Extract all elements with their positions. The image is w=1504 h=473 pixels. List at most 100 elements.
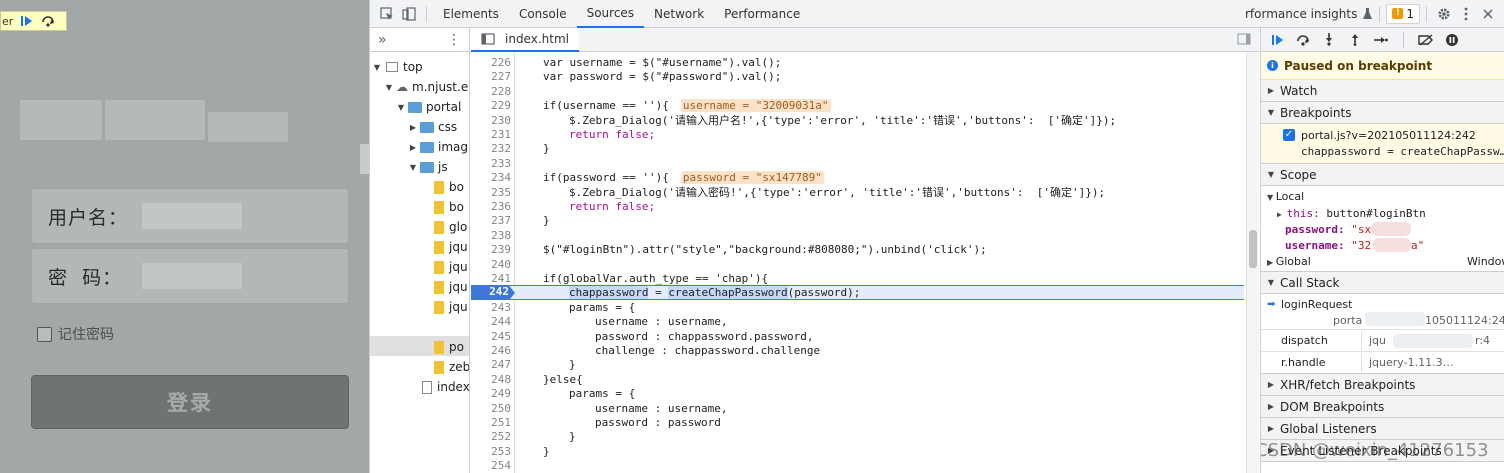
tree-file[interactable]: jqu — [430, 277, 468, 297]
scope-global[interactable]: ▶ Global — [1267, 255, 1311, 268]
toggle-navigator-icon[interactable] — [481, 32, 495, 49]
editor-scrollbar[interactable] — [1246, 52, 1259, 473]
deactivate-breakpoints-icon[interactable] — [1416, 30, 1436, 50]
breakpoint-entry[interactable]: ✓ portal.js?v=202105011124:242 chappassw… — [1261, 124, 1504, 164]
tree-item-js[interactable]: ▼ js — [408, 157, 448, 177]
line-number[interactable]: 232 — [471, 142, 511, 157]
line-number[interactable]: 244 — [471, 315, 511, 330]
scope-local[interactable]: ▼ Local — [1267, 190, 1304, 203]
line-number[interactable]: 251 — [471, 416, 511, 431]
pause-on-exceptions-icon[interactable] — [1442, 30, 1462, 50]
tree-file[interactable]: zeb — [430, 357, 469, 377]
resume-icon[interactable] — [1267, 30, 1287, 50]
remember-checkbox[interactable] — [37, 326, 52, 342]
breakpoints-section-header[interactable]: ▼ Breakpoints — [1261, 102, 1504, 124]
line-number[interactable]: 229 — [471, 99, 511, 114]
line-number[interactable]: 243 — [471, 301, 511, 316]
tree-item-css[interactable]: ▶ css — [408, 117, 457, 137]
line-number[interactable]: 227 — [471, 70, 511, 85]
tab-performance[interactable]: Performance — [714, 0, 810, 28]
tree-file[interactable]: jqu — [430, 257, 468, 277]
tree-file[interactable]: bo — [430, 197, 464, 217]
line-number[interactable]: 246 — [471, 344, 511, 359]
line-number[interactable]: 240 — [471, 258, 511, 273]
remember-password[interactable]: 记住密码 — [37, 324, 114, 344]
global-listeners-section-header[interactable]: ▶ Global Listeners — [1261, 418, 1504, 440]
login-button[interactable]: 登录 — [31, 375, 349, 429]
tree-item-portal[interactable]: ▼ portal — [396, 97, 461, 117]
line-number[interactable]: 239 — [471, 243, 511, 258]
editor-tab-bar: index.html — [471, 28, 1259, 52]
breakpoint-marker[interactable]: 242 — [471, 285, 515, 301]
scrollbar-thumb[interactable] — [1249, 230, 1257, 268]
expand-triangle-icon: ▼ — [397, 102, 405, 112]
code-line: return false; — [569, 200, 655, 215]
device-toolbar-icon[interactable] — [398, 3, 420, 25]
more-options-icon[interactable] — [1455, 3, 1477, 25]
tree-file[interactable]: glo — [430, 217, 467, 237]
close-icon[interactable] — [1477, 3, 1499, 25]
line-number[interactable]: 249 — [471, 387, 511, 402]
tree-file-selected[interactable]: po — [430, 337, 464, 357]
call-frame-name: r.handle — [1281, 356, 1326, 369]
scope-section-header[interactable]: ▼ Scope — [1261, 164, 1504, 186]
line-number[interactable]: 241 — [471, 272, 511, 287]
tree-file[interactable]: jqu — [430, 297, 468, 317]
scope-this[interactable]: ▶ this: button#loginBtn — [1277, 207, 1426, 220]
dom-breakpoints-section-header[interactable]: ▶ DOM Breakpoints — [1261, 396, 1504, 418]
more-tabs-icon[interactable]: » — [378, 32, 387, 48]
line-number[interactable]: 230 — [471, 114, 511, 129]
line-number[interactable]: 248 — [471, 373, 511, 388]
step-over-icon[interactable] — [1293, 30, 1313, 50]
call-frame-active[interactable]: ➡ loginRequest porta 105011124:242 — [1261, 294, 1504, 330]
tab-console[interactable]: Console — [509, 0, 577, 28]
line-number[interactable]: 236 — [471, 200, 511, 215]
line-number[interactable]: 247 — [471, 358, 511, 373]
step-out-icon[interactable] — [1345, 30, 1365, 50]
call-frame[interactable]: r.handle jquery-1.11.3… — [1261, 352, 1504, 374]
line-number[interactable]: 233 — [471, 157, 511, 172]
step-into-icon[interactable] — [1319, 30, 1339, 50]
tab-sources[interactable]: Sources — [576, 0, 645, 28]
call-stack-section-header[interactable]: ▼ Call Stack — [1261, 272, 1504, 294]
navigator-menu-icon[interactable]: ⋮ — [447, 32, 461, 48]
line-number[interactable]: 238 — [471, 229, 511, 244]
tree-file[interactable]: index — [418, 377, 469, 397]
line-number[interactable]: 253 — [471, 445, 511, 460]
line-number[interactable]: 235 — [471, 186, 511, 201]
inspect-element-icon[interactable] — [376, 3, 398, 25]
line-number[interactable]: 254 — [471, 459, 511, 473]
line-number[interactable]: 245 — [471, 330, 511, 345]
code-token: challenge : chappassword.challenge — [595, 344, 821, 357]
xhr-breakpoints-section-header[interactable]: ▶ XHR/fetch Breakpoints — [1261, 374, 1504, 396]
toggle-debugger-icon[interactable] — [1237, 33, 1251, 48]
resume-icon[interactable] — [17, 13, 35, 29]
tree-item-images[interactable]: ▶ imag — [408, 137, 468, 157]
line-number[interactable]: 252 — [471, 430, 511, 445]
line-number[interactable]: 234 — [471, 171, 511, 186]
password-field[interactable]: 密 码： — [31, 248, 349, 304]
line-number[interactable]: 226 — [471, 56, 511, 71]
line-number[interactable]: 250 — [471, 402, 511, 417]
line-number[interactable]: 228 — [471, 85, 511, 100]
watch-section-header[interactable]: ▶ Watch — [1261, 80, 1504, 102]
call-frame[interactable]: dispatch jqu r:4 — [1261, 330, 1504, 352]
step-icon[interactable] — [1371, 30, 1391, 50]
tree-file[interactable]: jqu — [430, 237, 468, 257]
tab-elements[interactable]: Elements — [433, 0, 509, 28]
tab-network[interactable]: Network — [644, 0, 714, 28]
step-over-icon[interactable] — [39, 13, 57, 29]
issues-counter[interactable]: ! 1 — [1386, 3, 1420, 24]
username-field[interactable]: 用户名： — [31, 188, 349, 244]
tree-file[interactable]: bo — [430, 177, 464, 197]
scope-username[interactable]: username: "32 — [1285, 239, 1371, 252]
tab-performance-insights[interactable]: rformance insights — [1235, 0, 1361, 28]
breakpoint-checkbox[interactable]: ✓ — [1283, 129, 1295, 141]
line-number[interactable]: 237 — [471, 214, 511, 229]
code-area[interactable]: 242 226 var username = $("#username").val… — [471, 52, 1259, 473]
scope-password[interactable]: password: "sx — [1285, 223, 1371, 236]
gear-icon[interactable] — [1433, 3, 1455, 25]
tree-item-top[interactable]: ▼ top — [372, 57, 423, 77]
tree-item-domain[interactable]: ▼ ☁ m.njust.ec — [384, 77, 469, 97]
line-number[interactable]: 231 — [471, 128, 511, 143]
